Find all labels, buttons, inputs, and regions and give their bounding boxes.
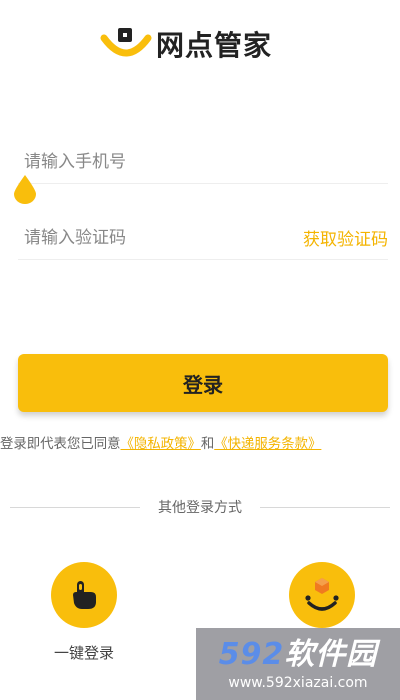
site-watermark: 592软件园 www.592xiazai.com (196, 628, 400, 700)
code-field-row: 获取验证码 (18, 216, 388, 260)
smile-box-icon (305, 578, 339, 611)
one-key-login-circle[interactable] (51, 562, 117, 628)
tap-finger-icon (73, 581, 96, 609)
verification-code-input[interactable] (18, 227, 258, 248)
divider-line-left (10, 506, 140, 508)
agreement-connector: 和 (200, 437, 215, 452)
one-key-login-label: 一键登录 (53, 644, 114, 662)
watermark-url: www.592xiazai.com (228, 675, 368, 691)
watermark-brand-text: 软件园 (284, 637, 378, 672)
app-login-button[interactable] (282, 562, 362, 628)
agreement-text: 登录即代表您已同意《隐私政策》和《快递服务条款》 (0, 432, 400, 452)
phone-field-row (18, 140, 388, 184)
coin-smile-logo-icon (100, 28, 152, 57)
watermark-brand-number: 592 (218, 637, 285, 672)
other-login-title: 其他登录方式 (158, 500, 242, 516)
watermark-brand: 592软件园 (219, 637, 378, 673)
phone-input[interactable] (18, 151, 258, 172)
text-cursor-handle-icon[interactable] (12, 174, 38, 204)
app-title: 网点管家 (156, 29, 273, 62)
app-logo: 网点管家 (100, 22, 310, 66)
get-code-button[interactable]: 获取验证码 (303, 225, 388, 250)
one-key-login-button[interactable]: 一键登录 (44, 562, 124, 663)
terms-of-service-link[interactable]: 《快递服务条款》 (214, 437, 321, 452)
login-button[interactable]: 登录 (18, 354, 388, 412)
privacy-policy-link[interactable]: 《隐私政策》 (121, 437, 201, 452)
app-login-circle[interactable] (289, 562, 355, 628)
divider-line-right (260, 506, 390, 508)
agreement-prefix: 登录即代表您已同意 (0, 437, 121, 452)
other-login-divider: 其他登录方式 (10, 496, 390, 518)
